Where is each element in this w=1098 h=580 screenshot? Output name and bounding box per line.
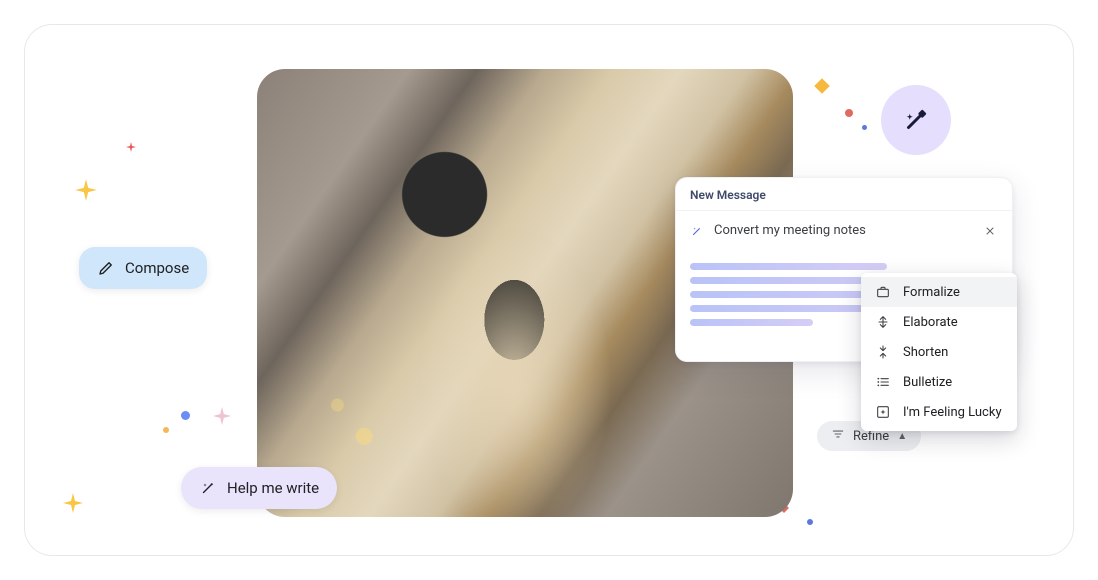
pencil-icon [97, 259, 115, 277]
compose-prompt-text: Convert my meeting notes [714, 223, 866, 238]
compose-button[interactable]: Compose [79, 247, 207, 289]
dot-icon [845, 109, 853, 117]
expand-vertical-icon [875, 314, 891, 330]
feature-card: Compose Help me write New Message Conver… [24, 24, 1074, 556]
dot-icon [163, 427, 169, 433]
compose-window-title: New Message [676, 178, 1012, 211]
help-me-write-button[interactable]: Help me write [181, 467, 337, 509]
diamond-icon [811, 75, 833, 97]
menu-item-shorten[interactable]: Shorten [861, 337, 1017, 367]
compose-label: Compose [125, 259, 189, 277]
dot-icon [807, 519, 813, 525]
sparkle-icon [125, 141, 137, 153]
collapse-vertical-icon [875, 344, 891, 360]
menu-item-elaborate[interactable]: Elaborate [861, 307, 1017, 337]
sparkle-icon [61, 491, 85, 515]
list-icon [875, 374, 891, 390]
briefcase-icon [875, 284, 891, 300]
menu-item-formalize[interactable]: Formalize [861, 277, 1017, 307]
sparkle-box-icon [875, 404, 891, 420]
menu-item-bulletize[interactable]: Bulletize [861, 367, 1017, 397]
filter-icon [831, 427, 845, 445]
menu-item-label: Bulletize [903, 375, 952, 390]
refine-menu: Formalize Elaborate Shorten Bulletize I'… [861, 273, 1017, 431]
menu-item-label: Formalize [903, 285, 960, 300]
menu-item-label: Elaborate [903, 315, 958, 330]
sparkle-icon [211, 405, 233, 427]
menu-item-label: Shorten [903, 345, 948, 360]
close-icon[interactable] [980, 221, 1000, 241]
help-me-write-label: Help me write [227, 479, 319, 497]
compose-prompt-row[interactable]: Convert my meeting notes [676, 211, 1012, 250]
menu-item-feeling-lucky[interactable]: I'm Feeling Lucky [861, 397, 1017, 427]
magic-wand-icon [690, 224, 704, 238]
dot-icon [862, 125, 867, 130]
magic-wand-badge [881, 85, 951, 155]
caret-up-icon: ▲ [897, 431, 907, 442]
dot-icon [181, 411, 190, 420]
sparkle-icon [73, 177, 99, 203]
magic-wand-icon [199, 479, 217, 497]
menu-item-label: I'm Feeling Lucky [903, 405, 1002, 420]
